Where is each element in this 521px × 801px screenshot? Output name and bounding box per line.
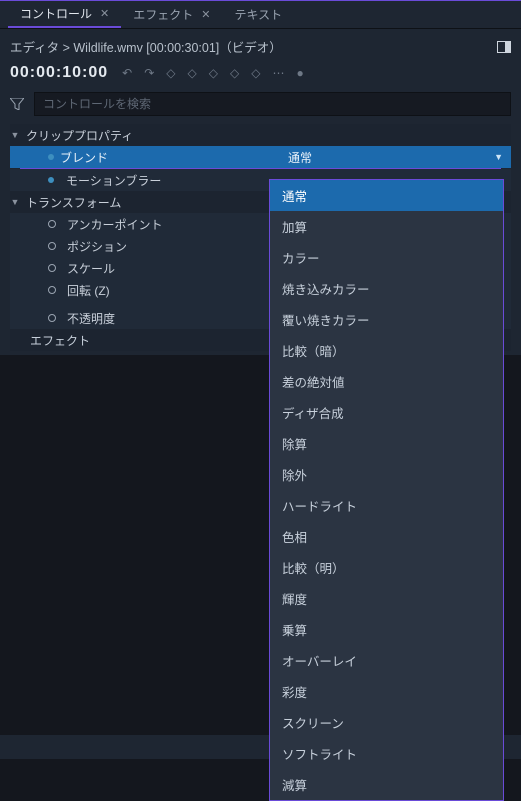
blend-option[interactable]: 乗算 xyxy=(270,614,503,645)
keyframe-ring-icon[interactable] xyxy=(48,242,56,250)
header: エディタ > Wildlife.wmv [00:00:30:01]（ビデオ） xyxy=(0,29,521,58)
record-icon[interactable]: ● xyxy=(296,66,303,80)
tab-controls[interactable]: コントロール ✕ xyxy=(8,1,121,28)
timecode-row: 00:00:10:00 ↶ ↷ ◇ ◇ ◇ ◇ ◇ ⋯ ● xyxy=(0,58,521,92)
timecode[interactable]: 00:00:10:00 xyxy=(10,64,108,82)
tab-effects[interactable]: エフェクト ✕ xyxy=(121,1,222,28)
prop-label: ポジション xyxy=(61,238,127,255)
blend-mode-dropdown[interactable]: 通常加算カラー焼き込みカラー覆い焼きカラー比較（暗）差の絶対値ディザ合成除算除外… xyxy=(269,179,504,801)
blend-option[interactable]: スクリーン xyxy=(270,707,503,738)
blend-option[interactable]: 除算 xyxy=(270,428,503,459)
breadcrumb: エディタ > Wildlife.wmv [00:00:30:01]（ビデオ） xyxy=(10,37,282,56)
keyframe-ring-icon[interactable] xyxy=(48,220,56,228)
group-label: エフェクト xyxy=(30,332,90,349)
motion-dot-icon xyxy=(48,177,54,183)
prop-label: 回転 (Z) xyxy=(61,282,110,299)
redo-icon[interactable]: ↷ xyxy=(144,66,154,80)
group-label: クリッププロパティ xyxy=(20,127,133,144)
blend-option[interactable]: 比較（明） xyxy=(270,552,503,583)
blend-option[interactable]: 焼き込みカラー xyxy=(270,273,503,304)
blend-option[interactable]: 加算 xyxy=(270,211,503,242)
blend-option[interactable]: 輝度 xyxy=(270,583,503,614)
prop-label: アンカーポイント xyxy=(61,216,163,233)
keyframe-prev-icon[interactable]: ◇ xyxy=(166,66,175,80)
chevron-down-icon[interactable]: ▼ xyxy=(486,152,511,162)
more-icon[interactable]: ⋯ xyxy=(272,66,284,80)
search-row xyxy=(0,92,521,124)
blend-dot-icon xyxy=(48,154,54,160)
group-clip-properties[interactable]: ▼ クリッププロパティ xyxy=(10,124,511,146)
prop-label: ブレンド xyxy=(60,149,108,166)
disclosure-triangle-icon[interactable]: ▼ xyxy=(10,197,20,207)
search-input[interactable] xyxy=(34,92,511,116)
blend-option[interactable]: 覆い焼きカラー xyxy=(270,304,503,335)
blend-option[interactable]: ソフトライト xyxy=(270,738,503,769)
keyframe-ring-icon[interactable] xyxy=(48,286,56,294)
panel-tabbar: コントロール ✕ エフェクト ✕ テキスト xyxy=(0,1,521,29)
blend-option[interactable]: 通常 xyxy=(270,180,503,211)
blend-option[interactable]: カラー xyxy=(270,242,503,273)
blend-value[interactable]: 通常 xyxy=(280,149,486,166)
blend-option[interactable]: 除外 xyxy=(270,459,503,490)
blend-option[interactable]: オーバーレイ xyxy=(270,645,503,676)
undo-icon[interactable]: ↶ xyxy=(122,66,132,80)
blend-option[interactable]: 差の絶対値 xyxy=(270,366,503,397)
blend-option[interactable]: ハードライト xyxy=(270,490,503,521)
tab-label: コントロール xyxy=(20,5,92,22)
keyframe-icon[interactable]: ◇ xyxy=(188,66,197,80)
prop-label: 不透明度 xyxy=(61,310,115,327)
blend-option[interactable]: 減算 xyxy=(270,769,503,800)
close-icon[interactable]: ✕ xyxy=(201,8,210,21)
tab-label: エフェクト xyxy=(133,6,193,23)
tab-label: テキスト xyxy=(234,6,282,23)
keyframe-ring-icon[interactable] xyxy=(48,314,56,322)
prop-blend[interactable]: ブレンド 通常 ▼ xyxy=(10,146,511,168)
prop-label: スケール xyxy=(61,260,115,277)
filter-icon[interactable] xyxy=(10,98,24,110)
keyframe-next-icon[interactable]: ◇ xyxy=(209,66,218,80)
blend-option[interactable]: ディザ合成 xyxy=(270,397,503,428)
close-icon[interactable]: ✕ xyxy=(100,7,109,20)
keyframe-icon[interactable]: ◇ xyxy=(251,66,260,80)
group-label: トランスフォーム xyxy=(20,194,121,211)
tab-text[interactable]: テキスト xyxy=(222,1,294,28)
blend-option[interactable]: 彩度 xyxy=(270,676,503,707)
keyframe-ring-icon[interactable] xyxy=(48,264,56,272)
blend-option[interactable]: 比較（暗） xyxy=(270,335,503,366)
keyframe-icon[interactable]: ◇ xyxy=(230,66,239,80)
disclosure-triangle-icon[interactable]: ▼ xyxy=(10,130,20,140)
panel-layout-icon[interactable] xyxy=(497,41,511,53)
prop-label: モーションブラー xyxy=(60,172,161,189)
blend-option[interactable]: 色相 xyxy=(270,521,503,552)
timeline-toolbar: ↶ ↷ ◇ ◇ ◇ ◇ ◇ ⋯ ● xyxy=(122,66,304,80)
